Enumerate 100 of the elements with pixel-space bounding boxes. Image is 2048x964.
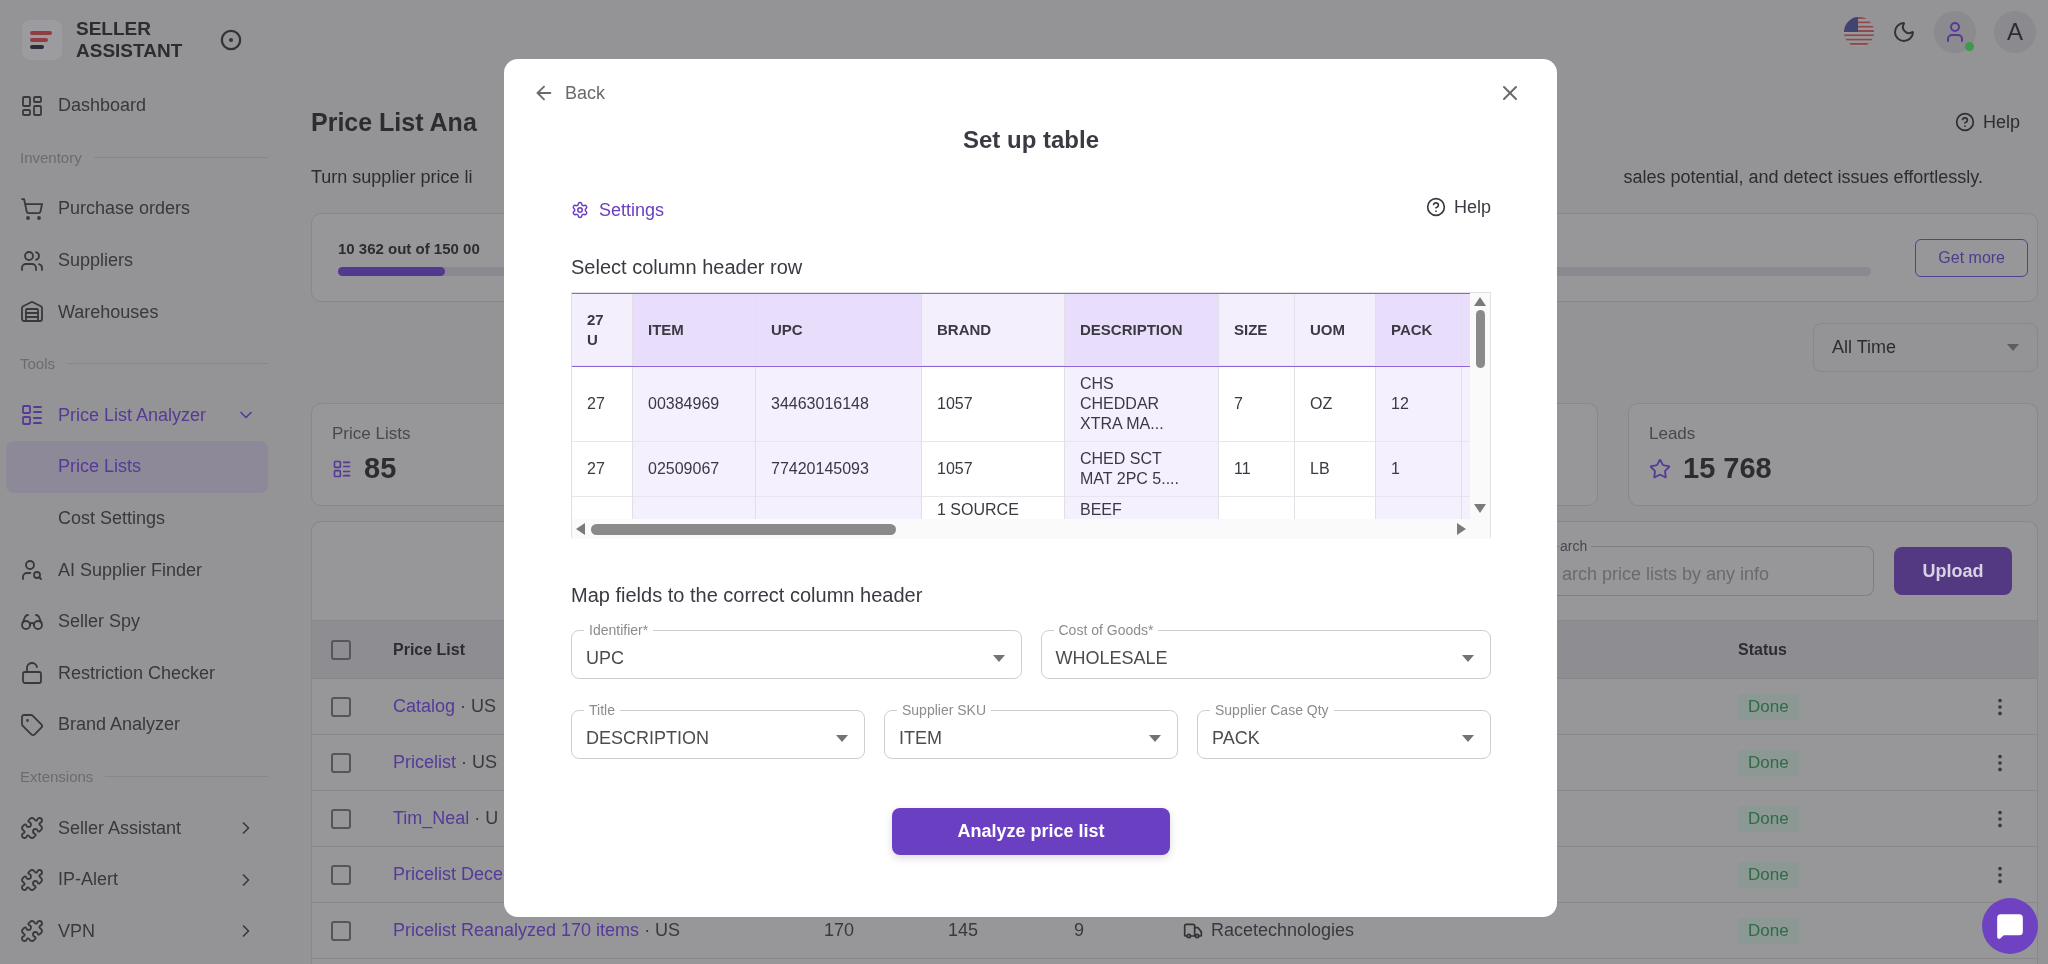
logo-icon[interactable] <box>22 20 62 60</box>
brand-name: SELLER ASSISTANT <box>76 18 184 62</box>
sidebar-item[interactable]: Dashboard <box>6 80 268 132</box>
table-cell-text: 170 <box>824 920 856 941</box>
scroll-up-icon[interactable] <box>1474 297 1486 306</box>
column-header: Status <box>1738 640 1787 659</box>
select-field[interactable]: Supplier Case Qty PACK <box>1197 702 1491 759</box>
status-badge: Done <box>1738 749 1799 776</box>
price-list-link[interactable]: Tim_Neal <box>393 808 470 828</box>
table-cell-text: 9 <box>1074 920 1085 941</box>
field-label: Cost of Goods* <box>1057 622 1155 638</box>
menu-icon <box>20 93 44 118</box>
scroll-right-icon[interactable] <box>1457 523 1466 535</box>
sidebar-item[interactable]: IP-Alert <box>6 853 268 906</box>
usage-text: 10 362 out of 150 00 <box>338 239 481 257</box>
caret-icon <box>1149 734 1161 742</box>
table-row[interactable]: 1 SOURCE BEEF <box>572 497 1470 519</box>
price-list-link[interactable]: Catalog <box>393 696 456 716</box>
column-header: ITEM <box>633 294 756 366</box>
get-more-button[interactable]: Get more <box>1915 238 2028 277</box>
back-link[interactable]: Back <box>533 82 606 104</box>
column-header: DESCRIPTION <box>1065 294 1219 366</box>
horizontal-scrollbar[interactable] <box>572 519 1470 539</box>
stat-value: 15 768 <box>1683 452 1772 485</box>
table-cell: Racetechnologies <box>1211 920 1355 941</box>
online-dot <box>1965 42 1974 51</box>
checkbox[interactable] <box>331 808 351 829</box>
sidebar-item[interactable]: VPN <box>6 905 268 958</box>
table-cell: 27 <box>572 442 633 497</box>
table-cell: BEEF <box>1065 497 1219 519</box>
stat-label: Leads <box>1649 424 1697 444</box>
page-title: Price List Ana <box>311 107 477 137</box>
status-badge: Done <box>1738 861 1799 888</box>
column-header: Price List <box>393 640 466 659</box>
table-cell: 1057 <box>922 442 1065 497</box>
status-badge: Done <box>1738 693 1799 720</box>
menu-icon <box>20 558 44 583</box>
sidebar-item[interactable]: Brand Analyzer <box>6 699 268 751</box>
scroll-left-icon[interactable] <box>576 523 585 535</box>
section-label: Select column header row <box>571 255 804 279</box>
user-button[interactable] <box>1934 11 1976 53</box>
radio-icon[interactable] <box>220 29 242 51</box>
select-field[interactable]: Title DESCRIPTION <box>571 702 865 759</box>
sidebar-item[interactable]: Price Lists <box>6 441 268 493</box>
column-header: UPC <box>756 294 922 366</box>
stat-label: Price Lists <box>332 424 412 444</box>
period-select[interactable]: All Time <box>1813 323 2038 372</box>
checkbox[interactable] <box>331 696 351 717</box>
sidebar-item[interactable]: Suppliers <box>6 234 268 287</box>
menu-icon <box>20 712 44 737</box>
list-icon <box>332 458 352 479</box>
help-icon <box>1954 112 1975 132</box>
scroll-thumb[interactable] <box>591 523 896 535</box>
select-field[interactable]: Identifier* UPC <box>571 622 1022 679</box>
sidebar-item[interactable]: Warehouses <box>6 286 268 338</box>
menu-icon <box>20 919 44 944</box>
flag-icon[interactable] <box>1844 17 1874 47</box>
column-header: SIZE <box>1219 294 1295 366</box>
help-link[interactable]: Help <box>1954 111 2020 133</box>
settings-link[interactable]: Settings <box>571 199 665 221</box>
table-row[interactable]: 27 02509067 77420145093 1057 CHED SCT MAT 2PC 5.... 11 LB 1 <box>572 442 1470 497</box>
table-row[interactable]: 27 00384969 34463016148 1057 CHS CHEDDAR XTRA MA... 7 OZ 12 <box>572 367 1470 442</box>
table-row[interactable]: 27 U ITEM UPC BRAND DESCRIPTION SIZE UOM PACK <box>572 294 1470 367</box>
status-badge: Done <box>1738 805 1799 832</box>
avatar[interactable]: A <box>1994 11 2036 53</box>
price-list-link[interactable]: Pricelist Reanalyzed 170 items <box>393 920 640 940</box>
field-label: Title <box>588 702 616 718</box>
price-list-link[interactable]: Pricelist Dece <box>393 864 504 884</box>
marketplace-label: · US <box>643 920 681 940</box>
upload-button[interactable]: Upload <box>1894 547 2012 595</box>
table-cell: CHED SCT MAT 2PC 5.... <box>1065 442 1219 497</box>
sidebar-item[interactable]: AI Supplier Finder <box>6 544 268 596</box>
select-field[interactable]: Cost of Goods* WHOLESALE <box>1040 622 1491 679</box>
scroll-down-icon[interactable] <box>1474 504 1486 513</box>
price-list-link[interactable]: Pricelist <box>393 752 456 772</box>
scroll-thumb[interactable] <box>1475 310 1485 368</box>
table-cell: OZ <box>1295 367 1376 442</box>
select-field[interactable]: Supplier SKU ITEM <box>884 702 1178 759</box>
menu-icon <box>20 300 44 325</box>
checkbox[interactable] <box>331 864 351 885</box>
checkbox[interactable] <box>331 752 351 773</box>
analyze-button[interactable]: Analyze price list <box>892 808 1170 855</box>
caret-icon <box>2007 344 2019 351</box>
field-label: arch <box>1560 538 1589 554</box>
sidebar-item[interactable]: Restriction Checker <box>6 647 268 700</box>
column-header: UOM <box>1295 294 1376 366</box>
help-link[interactable]: Help <box>1425 196 1491 218</box>
sidebar-item[interactable]: Purchase orders <box>6 183 268 235</box>
sidebar-item[interactable]: Seller Spy <box>6 595 268 648</box>
sidebar-item[interactable]: Seller Assistant <box>6 802 268 854</box>
caret-icon <box>992 654 1005 662</box>
field-label: Supplier Case Qty <box>1214 702 1330 718</box>
vertical-scrollbar[interactable] <box>1470 293 1490 539</box>
menu-icon <box>20 197 44 221</box>
moon-icon[interactable] <box>1892 20 1916 44</box>
sidebar-item[interactable]: Price List Analyzer <box>6 389 268 442</box>
table-cell: 02509067 <box>633 442 756 497</box>
sidebar-item[interactable]: Cost Settings <box>6 492 268 545</box>
checkbox[interactable] <box>331 920 351 941</box>
checkbox[interactable] <box>331 639 351 660</box>
